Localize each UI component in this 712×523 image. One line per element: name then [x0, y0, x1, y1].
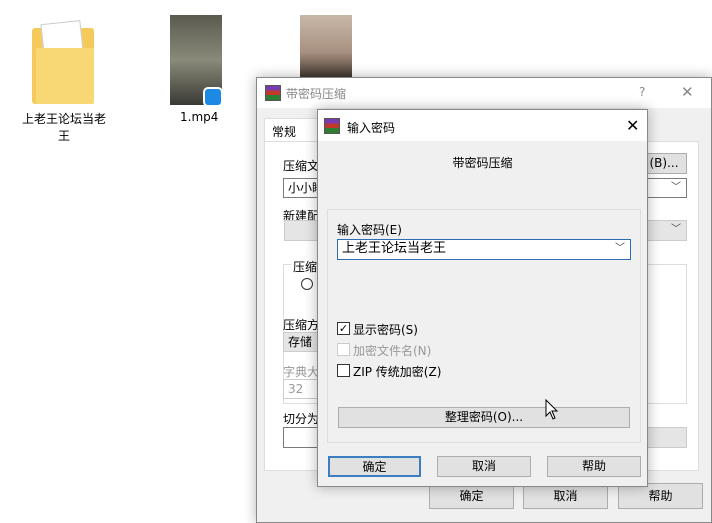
close-icon[interactable]: ✕ [626, 116, 639, 135]
password-dialog: 输入密码 ✕ 带密码压缩 输入密码(E) 上老王论坛当老王 ﹀ ✓ 显示密码(S)… [317, 109, 648, 487]
folder-icon[interactable] [32, 20, 94, 104]
dict-label: 字典大 [283, 365, 320, 379]
show-password-label: 显示密码(S) [353, 323, 418, 337]
encrypt-names-label: 加密文件名(N) [353, 344, 432, 358]
dialog-title: 带密码压缩 [286, 87, 347, 101]
split-label: 切分为 [283, 412, 320, 426]
encrypt-names-checkbox[interactable] [337, 343, 350, 356]
format-radio[interactable] [301, 278, 313, 290]
password-label: 输入密码(E) [337, 223, 402, 237]
zip-legacy-checkbox[interactable] [337, 364, 350, 377]
winrar-icon [265, 85, 281, 101]
organize-passwords-button[interactable]: 整理密码(O)... [338, 407, 630, 428]
folder-label: 上老王论坛当老 [22, 112, 107, 126]
password-input[interactable]: 上老王论坛当老王 ﹀ [337, 239, 631, 260]
password-dialog-title: 输入密码 [347, 121, 396, 135]
help-button[interactable]: 帮助 [547, 456, 641, 477]
help-icon[interactable]: ? [639, 85, 645, 99]
app-badge-icon [203, 87, 223, 107]
winrar-icon [324, 118, 340, 134]
close-icon[interactable]: ✕ [681, 83, 694, 101]
dialog-subtitle: 带密码压缩 [452, 156, 513, 170]
method-label: 压缩方 [283, 318, 320, 332]
cancel-button[interactable]: 取消 [437, 456, 531, 477]
show-password-checkbox[interactable]: ✓ [337, 322, 350, 335]
image-thumbnail[interactable] [300, 15, 352, 77]
archive-name-label: 压缩文 [283, 159, 320, 173]
format-group-label: 压缩 [291, 258, 320, 275]
tab-general[interactable]: 常规 [264, 118, 319, 142]
zip-legacy-label: ZIP 传统加密(Z) [353, 365, 442, 379]
ok-button[interactable]: 确定 [328, 456, 421, 477]
folder-label-2: 王 [58, 129, 71, 143]
mouse-cursor-icon [545, 399, 559, 420]
video-label: 1.mp4 [180, 110, 219, 124]
